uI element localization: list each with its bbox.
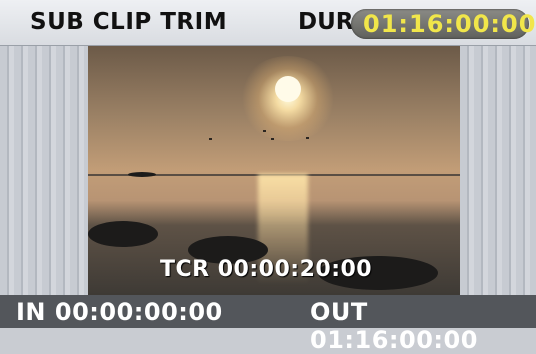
left-side-panel [0,46,88,295]
out-point[interactable]: OUT 01:16:00:00 [310,298,536,354]
right-side-panel [460,46,536,295]
timecode-readout: TCR 00:00:20:00 [160,257,373,282]
duration-display: 01:16:00:00 [351,9,535,39]
bird [306,137,309,139]
trim-points-bar: IN 00:00:00:00 OUT 01:16:00:00 [0,295,536,354]
sub-clip-trim-screen: SUB CLIP TRIM DUR 01:16:00:00 TCR 00:00:… [0,0,536,354]
screen-title: SUB CLIP TRIM [30,9,228,35]
sun [275,76,301,102]
rock [88,221,158,247]
bird [209,138,212,140]
in-point[interactable]: IN 00:00:00:00 [16,298,223,326]
title-bar: SUB CLIP TRIM DUR 01:16:00:00 [0,0,536,46]
bird [271,138,274,140]
distant-rock [128,172,156,177]
duration-label: DUR [298,9,354,35]
duration-value: 01:16:00:00 [363,10,536,38]
bird [263,130,266,132]
